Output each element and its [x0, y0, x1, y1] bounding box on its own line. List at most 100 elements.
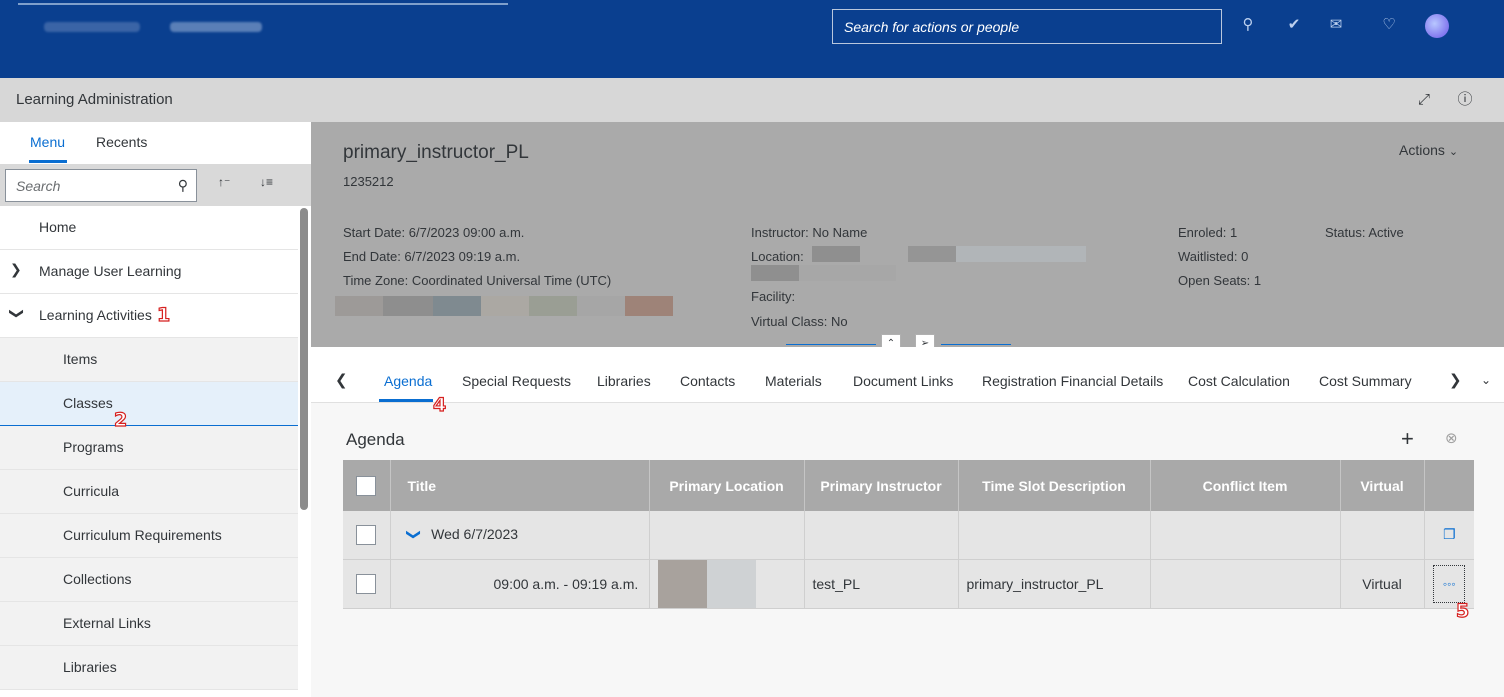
- fullscreen-icon[interactable]: ⤢: [1413, 89, 1435, 111]
- progress-line: [18, 3, 508, 5]
- row-title[interactable]: 09:00 a.m. - 09:19 a.m.: [390, 559, 650, 609]
- sidebar-item-items[interactable]: Items: [0, 338, 298, 382]
- enroled-count: Enroled: 1: [1178, 225, 1238, 240]
- tab-special-requests[interactable]: Special Requests: [462, 373, 571, 389]
- sort-list-icon[interactable]: ↓≡: [260, 175, 273, 189]
- tab-agenda[interactable]: Agenda: [384, 373, 432, 389]
- table-header-row: Title Primary Location Primary Instructo…: [343, 460, 1474, 511]
- start-date: Start Date: 6/7/2023 09:00 a.m.: [343, 225, 525, 240]
- tab-contacts[interactable]: Contacts: [680, 373, 735, 389]
- sidebar-item-collections[interactable]: Collections: [0, 558, 298, 602]
- search-icon[interactable]: ⚲: [178, 177, 188, 194]
- section-tabs: ❮ Agenda Special Requests Libraries Cont…: [311, 347, 1504, 403]
- annotation-badge-1: 1: [156, 303, 171, 326]
- sidebar-item-home[interactable]: Home: [0, 206, 298, 250]
- sidebar-item-classes[interactable]: Classes: [0, 382, 298, 426]
- chat-icon[interactable]: ✉: [1325, 14, 1347, 36]
- virtual-class: Virtual Class: No: [751, 314, 848, 329]
- column-conflict-item[interactable]: Conflict Item: [1150, 460, 1341, 511]
- sidebar-item-manage-user-learning[interactable]: ❯ Manage User Learning: [0, 250, 298, 294]
- column-primary-instructor[interactable]: Primary Instructor: [804, 460, 959, 511]
- select-all-checkbox[interactable]: [356, 475, 377, 496]
- sidebar-item-learning-activities[interactable]: ❯ Learning Activities: [0, 294, 298, 338]
- search-icon[interactable]: ⚲: [1237, 14, 1259, 36]
- copy-icon[interactable]: ❐: [1424, 511, 1474, 560]
- avatar[interactable]: [1425, 14, 1449, 38]
- table-row: 09:00 a.m. - 09:19 a.m. test_PL primary_…: [343, 559, 1474, 609]
- more-options-icon[interactable]: ◦◦◦: [1433, 564, 1466, 603]
- row-virtual: Virtual: [1340, 559, 1425, 609]
- object-header: primary_instructor_PL 1235212 Actions ⌄ …: [311, 122, 1504, 353]
- object-title: primary_instructor_PL: [343, 142, 529, 163]
- row-conflict-item: [1150, 559, 1341, 609]
- chevron-right-icon[interactable]: ❯: [10, 261, 22, 278]
- column-primary-location[interactable]: Primary Location: [649, 460, 805, 511]
- shell-bar: Search for actions or people ⚲ ✔ ✉ ♡: [0, 0, 1504, 78]
- table-cell: [649, 511, 805, 560]
- tab-agenda-indicator: [379, 399, 433, 402]
- left-navigation: Menu Recents Search ⚲ ↑⁻ ↓≡ Home ❯ Manag…: [0, 122, 311, 697]
- row-checkbox[interactable]: [356, 524, 377, 545]
- nav-scrollbar[interactable]: [300, 208, 308, 510]
- chevron-down-icon[interactable]: ❯: [8, 308, 25, 320]
- help-icon[interactable]: ⓘ: [1454, 89, 1476, 111]
- tab-recents[interactable]: Recents: [96, 134, 147, 150]
- check-circle-icon[interactable]: ✔: [1283, 14, 1305, 36]
- bell-icon[interactable]: ♡: [1378, 14, 1400, 36]
- sidebar-item-label: Manage User Learning: [39, 263, 182, 279]
- header-divider: [786, 344, 876, 345]
- column-title[interactable]: Title: [390, 460, 650, 511]
- global-search-input[interactable]: Search for actions or people: [832, 9, 1222, 44]
- sidebar-item-label: Collections: [63, 571, 132, 587]
- chevron-right-icon[interactable]: ❯: [1449, 371, 1462, 389]
- tab-menu-indicator: [29, 160, 67, 163]
- column-actions: [1424, 460, 1474, 511]
- sidebar-item-label: Items: [63, 351, 98, 367]
- row-checkbox[interactable]: [356, 573, 377, 594]
- redacted-location-image: [657, 559, 707, 608]
- tab-cost-summary[interactable]: Cost Summary: [1319, 373, 1412, 389]
- column-virtual[interactable]: Virtual: [1340, 460, 1425, 511]
- sidebar-item-curricula[interactable]: Curricula: [0, 470, 298, 514]
- chevron-down-icon[interactable]: ⌄: [1481, 373, 1491, 387]
- facility: Facility:: [751, 289, 796, 304]
- table-cell: [1150, 511, 1341, 560]
- actions-label: Actions: [1399, 142, 1445, 158]
- company-logo-redacted: [44, 22, 140, 32]
- sidebar-item-label: Classes: [63, 395, 113, 411]
- sidebar-item-external-links[interactable]: External Links: [0, 602, 298, 646]
- tab-document-links[interactable]: Document Links: [853, 373, 953, 389]
- nav-search-placeholder: Search: [16, 178, 61, 194]
- column-time-slot-description[interactable]: Time Slot Description: [958, 460, 1151, 511]
- sidebar-item-label: Learning Activities: [39, 307, 152, 323]
- redacted-location-image: [706, 559, 756, 608]
- close-circle-icon[interactable]: ⊗: [1445, 429, 1458, 447]
- chevron-left-icon[interactable]: ❮: [335, 371, 348, 389]
- sidebar-item-libraries[interactable]: Libraries: [0, 646, 298, 690]
- select-all-cell: [343, 460, 391, 511]
- add-icon[interactable]: +: [1401, 426, 1414, 452]
- chevron-down-icon[interactable]: ❯: [405, 529, 422, 541]
- tab-materials[interactable]: Materials: [765, 373, 822, 389]
- product-menu-redacted[interactable]: [170, 22, 262, 32]
- app-header: Learning Administration ⤢ ⓘ: [0, 78, 1504, 122]
- chevron-down-icon: ⌄: [1448, 146, 1459, 158]
- annotation-badge-2: 2: [113, 408, 128, 431]
- sidebar-item-curriculum-requirements[interactable]: Curriculum Requirements: [0, 514, 298, 558]
- sort-ascending-icon[interactable]: ↑⁻: [218, 175, 230, 189]
- object-id: 1235212: [343, 174, 394, 189]
- instructor: Instructor: No Name: [751, 225, 868, 240]
- annotation-badge-4: 4: [432, 393, 447, 416]
- tab-menu[interactable]: Menu: [30, 134, 65, 150]
- sidebar-item-label: Curriculum Requirements: [63, 527, 222, 543]
- group-title-cell[interactable]: ❯ Wed 6/7/2023: [390, 511, 650, 560]
- tab-libraries[interactable]: Libraries: [597, 373, 651, 389]
- nav-search-input[interactable]: Search ⚲: [5, 169, 197, 202]
- agenda-table: Title Primary Location Primary Instructo…: [343, 460, 1474, 609]
- app-title: Learning Administration: [16, 91, 173, 108]
- tab-cost-calculation[interactable]: Cost Calculation: [1188, 373, 1290, 389]
- actions-button[interactable]: Actions ⌄: [1399, 142, 1458, 158]
- tab-registration-financial-details[interactable]: Registration Financial Details: [982, 373, 1163, 389]
- sidebar-item-programs[interactable]: Programs: [0, 426, 298, 470]
- table-group-row: ❯ Wed 6/7/2023 ❐: [343, 511, 1474, 560]
